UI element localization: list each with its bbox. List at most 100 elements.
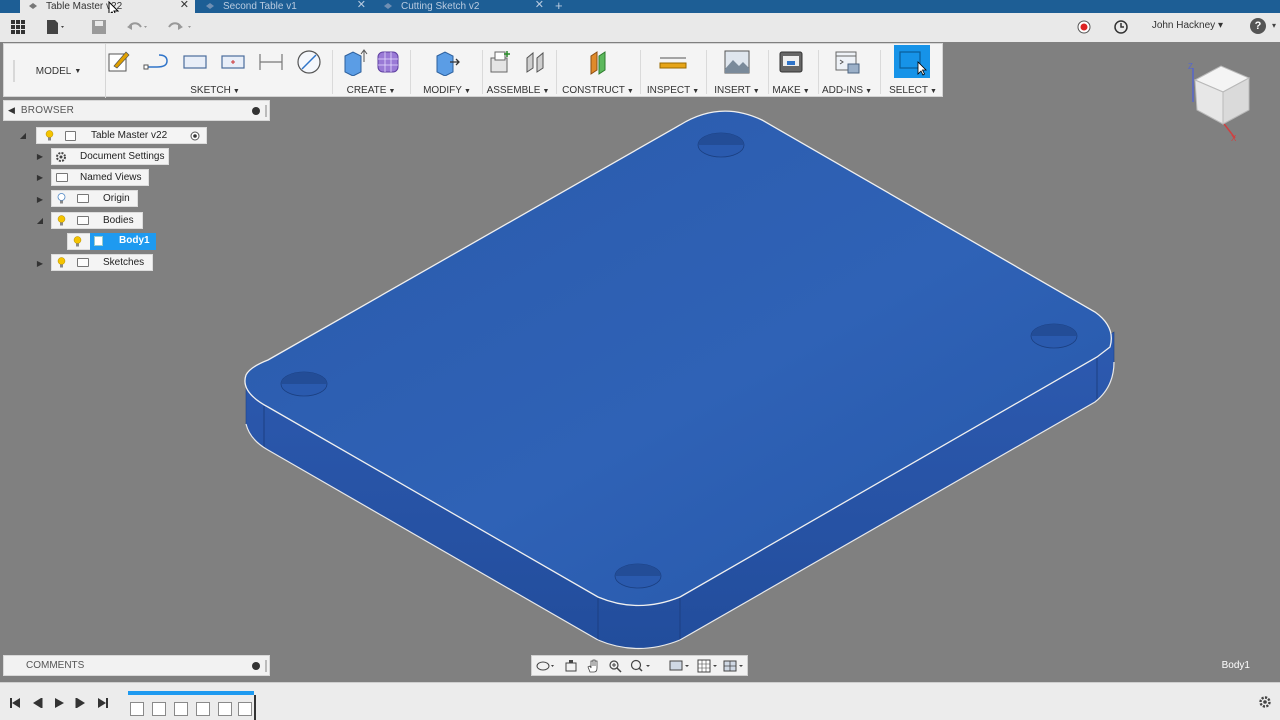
close-icon[interactable]: ✕ [357,0,366,11]
expand-triangle-icon[interactable]: ▶ [35,194,45,204]
timeline-sketch-icon[interactable] [130,702,144,716]
sketch-menu[interactable]: SKETCH ▼ [104,85,326,96]
workspace-switcher[interactable]: MODEL ▼ [12,44,106,98]
redo-icon[interactable] [166,19,194,35]
timeline-sketch-icon[interactable] [196,702,210,716]
measure-button[interactable] [658,48,688,76]
create-sketch-button[interactable] [104,48,134,76]
user-account-menu[interactable]: John Hackney ▾ [1152,20,1223,31]
file-menu-icon[interactable] [46,19,66,35]
tab-second-table[interactable]: Second Table v1 ✕ [197,0,372,13]
step-back-button[interactable] [30,697,44,709]
step-forward-button[interactable] [74,697,88,709]
collapse-triangle-icon[interactable]: ◢ [35,215,45,225]
chevron-down-icon[interactable]: ▾ [1272,21,1276,30]
comments-panel-header[interactable]: COMMENTS [3,655,270,676]
offset-plane-icon [590,51,606,75]
insert-menu[interactable]: INSERT ▼ [710,85,764,96]
orbit-button[interactable] [534,659,558,673]
visibility-bulb-off-icon[interactable] [57,193,66,204]
job-status-clock-icon[interactable] [1114,20,1128,34]
zoom-button[interactable] [606,659,624,673]
tree-root-document[interactable]: Table Master v22 [36,127,207,144]
tree-item-bodies[interactable]: Bodies [51,212,143,229]
expand-triangle-icon[interactable]: ▶ [35,258,45,268]
display-settings-button[interactable] [668,659,694,673]
timeline-extrude-icon[interactable] [152,702,166,716]
display-settings-icon [669,660,689,671]
close-icon[interactable]: ✕ [180,0,189,11]
modify-menu[interactable]: MODIFY ▼ [416,85,478,96]
center-rectangle-button[interactable] [218,48,248,76]
play-button[interactable] [52,697,66,709]
line-button[interactable] [142,48,172,76]
panel-resize-handle[interactable] [265,660,267,672]
dimension-button[interactable] [256,48,286,76]
make-menu[interactable]: MAKE ▼ [770,85,812,96]
new-component-button[interactable] [486,48,516,76]
save-icon[interactable] [91,19,107,35]
timeline-marker[interactable] [254,695,256,720]
tree-item-named-views[interactable]: Named Views [51,169,149,186]
viewports-button[interactable] [722,659,748,673]
select-button[interactable] [894,45,930,78]
visibility-bulb-icon[interactable] [45,130,54,141]
tree-item-document-settings[interactable]: Document Settings [51,148,169,165]
look-at-button[interactable] [562,659,580,673]
attach-canvas-button[interactable] [722,48,752,76]
inspect-menu[interactable]: INSPECT ▼ [644,85,702,96]
gear-icon[interactable] [1258,695,1272,709]
undo-icon[interactable] [126,19,148,35]
timeline-sketch-icon[interactable] [238,702,252,716]
inspect-group: INSPECT ▼ [644,44,702,98]
visibility-bulb-icon[interactable] [73,236,82,247]
fit-button[interactable] [628,659,654,673]
panel-resize-handle[interactable] [265,105,267,117]
active-radio-icon[interactable] [190,131,200,141]
pan-button[interactable] [584,659,602,673]
body-top-face[interactable] [244,110,1112,607]
browser-panel-header[interactable]: ◀ BROWSER [3,100,270,121]
timeline-hole-icon[interactable] [218,702,232,716]
select-menu[interactable]: SELECT ▼ [886,85,940,96]
record-icon[interactable] [1077,20,1091,34]
stop-sketch-button[interactable] [294,48,324,76]
assemble-menu[interactable]: ASSEMBLE ▼ [486,85,550,96]
create-menu[interactable]: CREATE ▼ [338,85,404,96]
joint-button[interactable] [520,48,550,76]
pattern-button[interactable] [374,48,404,76]
scripts-addins-button[interactable] [832,48,862,76]
pin-icon[interactable] [252,107,260,115]
rectangle-button[interactable] [180,48,210,76]
close-icon[interactable]: ✕ [535,0,544,11]
add-comment-icon[interactable] [252,662,260,670]
grid-settings-button[interactable] [696,659,722,673]
expand-triangle-icon[interactable]: ▶ [35,151,45,161]
expand-triangle-icon[interactable]: ▶ [35,172,45,182]
construct-menu[interactable]: CONSTRUCT ▼ [562,85,634,96]
go-to-start-button[interactable] [8,697,22,709]
offset-plane-button[interactable] [584,48,614,76]
apps-grid-icon[interactable] [10,19,26,35]
visibility-bulb-icon[interactable] [57,215,66,226]
tree-item-body1[interactable]: Body1 [67,233,156,250]
visibility-bulb-icon[interactable] [57,257,66,268]
collapse-arrow-icon[interactable]: ◀ [8,105,15,116]
collapse-triangle-icon[interactable]: ◢ [18,130,28,140]
add-ins-menu[interactable]: ADD-INS ▼ [820,85,874,96]
new-tab-icon[interactable]: + [555,0,563,13]
tab-cutting-sketch[interactable]: Cutting Sketch v2 ✕ [375,0,550,13]
tree-item-origin[interactable]: Origin [51,190,138,207]
viewcube-icon[interactable]: Z X [1185,58,1257,142]
timeline-track[interactable] [128,691,256,720]
step-back-icon [33,698,43,708]
help-icon[interactable]: ? [1250,18,1266,34]
add-ins-group: ADD-INS ▼ [820,44,874,98]
scripts-icon [835,51,860,74]
go-to-end-button[interactable] [96,697,110,709]
tree-item-sketches[interactable]: Sketches [51,254,153,271]
3d-print-button[interactable] [776,48,806,76]
press-pull-button[interactable] [432,48,462,76]
timeline-fillet-icon[interactable] [174,702,188,716]
extrude-button[interactable] [340,48,370,76]
